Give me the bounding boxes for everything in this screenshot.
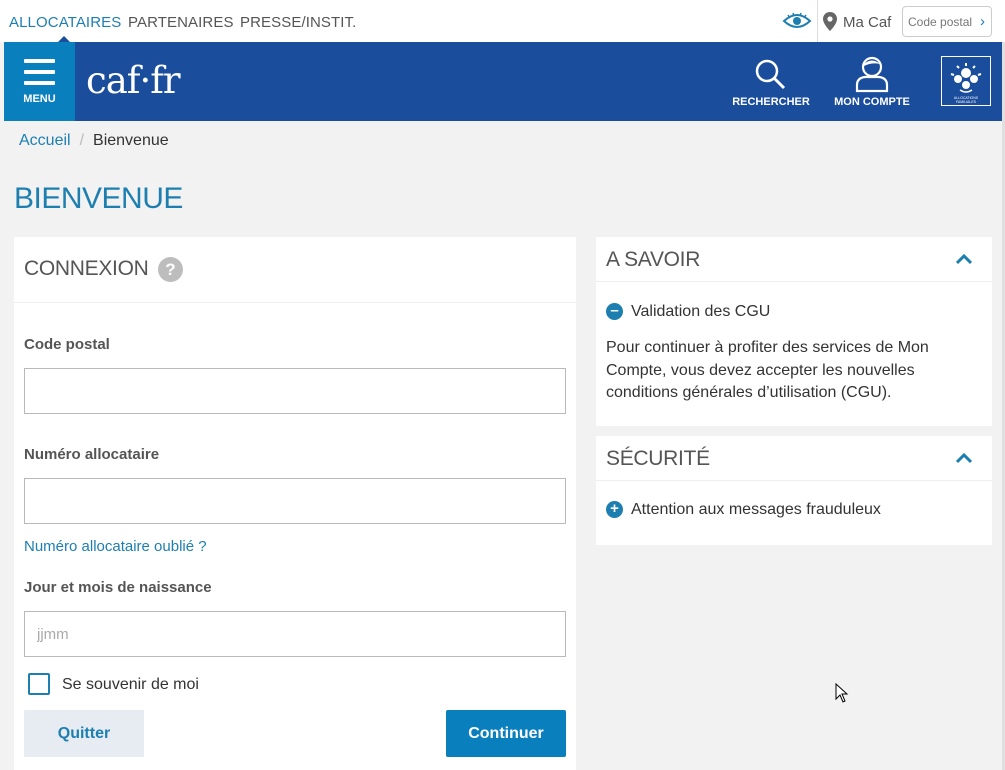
menu-label: MENU (23, 93, 56, 105)
numero-allocataire-label: Numéro allocataire (24, 446, 160, 463)
breadcrumb: Accueil / Bienvenue (19, 132, 169, 150)
securite-header[interactable]: SÉCURITÉ (596, 436, 992, 481)
code-postal-input[interactable] (24, 368, 566, 414)
a-savoir-title: A SAVOIR (606, 248, 701, 271)
numero-allocataire-input[interactable] (24, 478, 566, 524)
account-button[interactable]: MON COMPTE (832, 42, 912, 121)
topnav-presse[interactable]: PRESSE/INSTIT. (240, 14, 356, 31)
mouse-cursor-icon (835, 683, 849, 703)
remember-me-label[interactable]: Se souvenir de moi (62, 676, 199, 694)
breadcrumb-current: Bienvenue (93, 132, 169, 149)
quit-button[interactable]: Quitter (24, 710, 144, 757)
a-savoir-panel: A SAVOIR – Validation des CGU Pour conti… (596, 237, 992, 426)
chevron-up-icon[interactable] (956, 452, 972, 464)
cgu-text: Pour continuer à profiter des services d… (606, 339, 929, 401)
birth-date-label: Jour et mois de naissance (24, 579, 212, 596)
search-icon (755, 59, 786, 90)
a-savoir-header[interactable]: A SAVOIR (596, 237, 992, 282)
caf-emblem-logo[interactable]: ALLOCATIONS FAMILIALES (941, 56, 991, 106)
location-pin-icon[interactable] (823, 12, 837, 31)
account-label: MON COMPTE (834, 96, 910, 108)
main-header: MENU caf·fr RECHERCHER MON COMPTE ALLOCA… (4, 42, 1002, 121)
ma-caf-link[interactable]: Ma Caf (843, 14, 891, 31)
page-title: BIENVENUE (14, 182, 183, 215)
top-bar: ALLOCATAIRES PARTENAIRES PRESSE/INSTIT. … (0, 0, 1005, 42)
topnav-partenaires[interactable]: PARTENAIRES (128, 14, 234, 31)
code-postal-button-label: Code postal (908, 15, 973, 29)
menu-button[interactable]: MENU (4, 42, 75, 121)
emblem-text: ALLOCATIONS FAMILIALES (953, 96, 979, 104)
user-icon (855, 56, 889, 93)
login-header: CONNEXION ? (14, 237, 576, 303)
eye-icon[interactable] (782, 12, 812, 30)
search-label: RECHERCHER (732, 96, 810, 108)
continue-button[interactable]: Continuer (446, 710, 566, 757)
caf-logo[interactable]: caf·fr (86, 59, 181, 102)
chevron-up-icon[interactable] (956, 253, 972, 265)
collapse-minus-icon[interactable]: – (606, 303, 623, 320)
login-card: CONNEXION ? Code postal Numéro allocatai… (14, 237, 576, 770)
expand-plus-icon[interactable]: + (606, 501, 623, 518)
help-icon[interactable]: ? (158, 257, 183, 282)
forgot-numero-link[interactable]: Numéro allocataire oublié ? (24, 538, 207, 555)
code-postal-button[interactable]: Code postal › (902, 6, 992, 37)
breadcrumb-separator: / (79, 132, 85, 149)
code-postal-label: Code postal (24, 336, 110, 353)
securite-panel: SÉCURITÉ + Attention aux messages fraudu… (596, 436, 992, 545)
fraud-item-title[interactable]: Attention aux messages frauduleux (631, 501, 881, 519)
birth-date-input[interactable] (24, 611, 566, 657)
search-button[interactable]: RECHERCHER (732, 42, 810, 121)
breadcrumb-home-link[interactable]: Accueil (19, 132, 71, 149)
login-title: CONNEXION (24, 257, 149, 280)
securite-title: SÉCURITÉ (606, 447, 710, 470)
chevron-right-icon: › (980, 13, 985, 30)
remember-me-checkbox[interactable] (28, 673, 50, 695)
cgu-item-title[interactable]: Validation des CGU (631, 303, 770, 321)
topnav-allocataires[interactable]: ALLOCATAIRES (9, 14, 121, 31)
divider (817, 0, 818, 42)
